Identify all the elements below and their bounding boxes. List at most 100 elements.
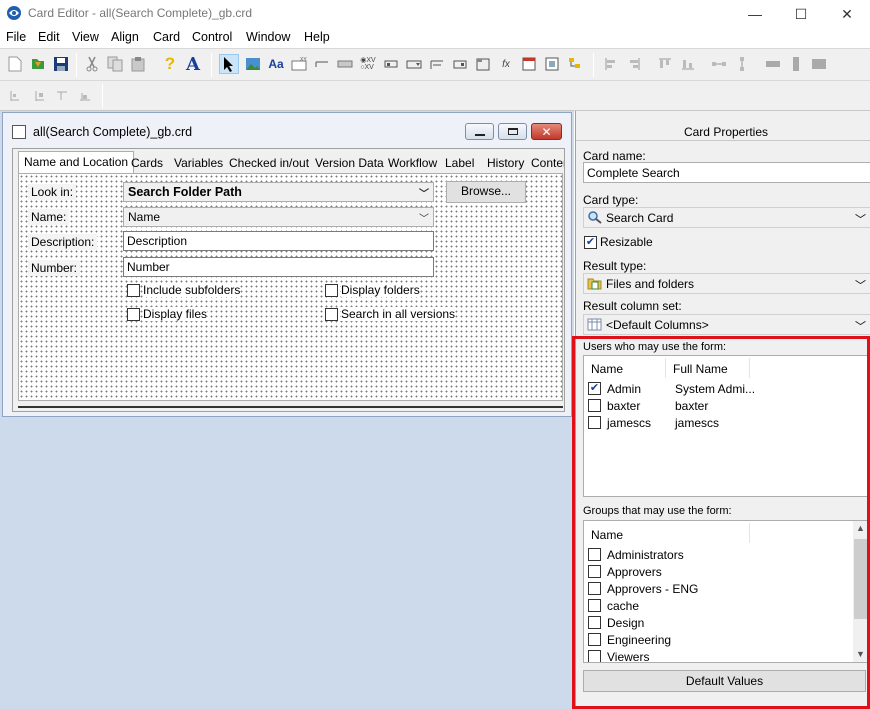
include-subfolders-label: Include subfolders [143,283,241,297]
menu-view[interactable]: View [72,30,99,44]
toolbar-separator [211,53,212,77]
save-icon[interactable] [51,54,71,74]
checkbox-control-icon[interactable] [381,54,401,74]
align-bottom-icon[interactable] [678,54,698,74]
menu-file[interactable]: File [6,30,26,44]
highlight-box [572,336,870,709]
result-type-value: Files and folders [606,277,695,291]
toolbar-separator [593,53,594,77]
minimize-button[interactable]: — [732,0,778,28]
align-top-icon[interactable] [655,54,675,74]
close-button[interactable]: ✕ [824,0,870,28]
chevron-down-icon: ﹀ [419,214,429,225]
card-form-area: Name and Location Cards Variables Checke… [12,148,565,412]
align-right-icon[interactable] [624,54,644,74]
toolbar-separator [102,84,103,108]
files-folders-icon [587,278,602,290]
group-box-icon[interactable] [427,54,447,74]
card-name-field[interactable]: Complete Search [583,162,870,183]
number-label: Number: [28,260,81,276]
tab-version-data[interactable]: Version Data [310,153,389,173]
tree-control-icon[interactable] [565,54,585,74]
font-icon[interactable]: A [183,54,203,75]
look-in-combo[interactable]: Search Folder Path ﹀ [123,182,434,202]
search-icon [588,211,602,224]
child-close-button[interactable]: ✕ [531,123,562,140]
tab-control-icon[interactable] [473,54,493,74]
space-across-icon[interactable] [709,54,729,74]
chevron-down-icon: ﹀ [855,280,866,292]
look-in-label: Look in: [28,184,77,200]
menu-card[interactable]: Card [153,30,180,44]
result-column-set-combo[interactable]: <Default Columns> ﹀ [583,314,870,335]
svg-text:XY: XY [300,57,307,63]
open-icon[interactable] [28,54,48,74]
props-title: Card Properties [683,125,769,139]
same-size-icon[interactable] [809,54,829,74]
cut-icon[interactable] [82,54,102,74]
space-down-icon[interactable] [732,54,752,74]
new-icon[interactable] [5,54,25,74]
chevron-down-icon: ﹀ [855,321,866,333]
line-icon[interactable] [312,54,332,74]
tab-variables[interactable]: Variables [169,153,228,173]
number-field[interactable]: Number [123,257,434,277]
same-height-icon[interactable] [786,54,806,74]
list-control-icon[interactable] [450,54,470,74]
label-icon[interactable]: Aa [266,54,286,74]
paste-icon[interactable] [128,54,148,74]
display-folders-checkbox[interactable] [325,284,338,297]
card-type-combo[interactable]: Search Card ﹀ [583,207,870,228]
child-restore-button[interactable] [498,123,527,140]
form-divider [18,406,563,408]
resizable-checkbox[interactable]: ✔ [584,236,597,249]
tab-checked-in-out[interactable]: Checked in/out [224,153,314,173]
tab-cards[interactable]: Cards [126,153,168,173]
button-control-icon[interactable] [335,54,355,74]
resizable-label: Resizable [600,235,653,249]
name-combo[interactable]: Name ﹀ [123,207,434,227]
order-front-icon[interactable] [5,86,25,106]
copy-icon[interactable] [105,54,125,74]
order-forward-icon[interactable] [52,86,72,106]
menu-edit[interactable]: Edit [38,30,60,44]
combo-control-icon[interactable] [404,54,424,74]
order-backward-icon[interactable] [75,86,95,106]
result-type-label: Result type: [583,259,647,273]
main-toolbar: ? A Aa XY ◉XV ○XV fx [0,48,870,81]
tab-label[interactable]: Label [440,153,479,173]
picture-icon[interactable] [243,54,263,74]
menu-help[interactable]: Help [304,30,330,44]
tab-name-and-location[interactable]: Name and Location [18,151,135,174]
search-all-versions-checkbox[interactable] [325,308,338,321]
menu-window[interactable]: Window [246,30,290,44]
result-column-set-value: <Default Columns> [606,318,709,332]
radio-control-icon[interactable]: ◉XV ○XV [358,54,378,74]
pointer-icon[interactable] [219,54,239,74]
menu-control[interactable]: Control [192,30,232,44]
include-subfolders-checkbox[interactable] [127,284,140,297]
formula-icon[interactable]: fx [496,54,516,74]
tab-workflow[interactable]: Workflow [383,153,442,173]
display-files-checkbox[interactable] [127,308,140,321]
text-field-icon[interactable]: XY [289,54,309,74]
name-label: Name: [28,209,70,225]
image-field-icon[interactable] [542,54,562,74]
tab-content[interactable]: Conten [526,153,564,173]
columns-icon [587,318,602,331]
app-icon [7,6,21,20]
order-back-icon[interactable] [30,86,50,106]
maximize-button[interactable]: ☐ [778,0,824,28]
menu-align[interactable]: Align [111,30,139,44]
same-width-icon[interactable] [763,54,783,74]
calendar-icon[interactable] [519,54,539,74]
help-icon[interactable]: ? [160,54,180,74]
align-left-icon[interactable] [601,54,621,74]
window-title: Card Editor - all(Search Complete)_gb.cr… [28,6,253,20]
description-field[interactable]: Description [123,231,434,251]
description-label: Description: [28,234,98,250]
tab-history[interactable]: History [482,153,529,173]
browse-button[interactable]: Browse... [446,181,526,203]
child-minimize-button[interactable] [465,123,494,140]
result-type-combo[interactable]: Files and folders ﹀ [583,273,870,294]
